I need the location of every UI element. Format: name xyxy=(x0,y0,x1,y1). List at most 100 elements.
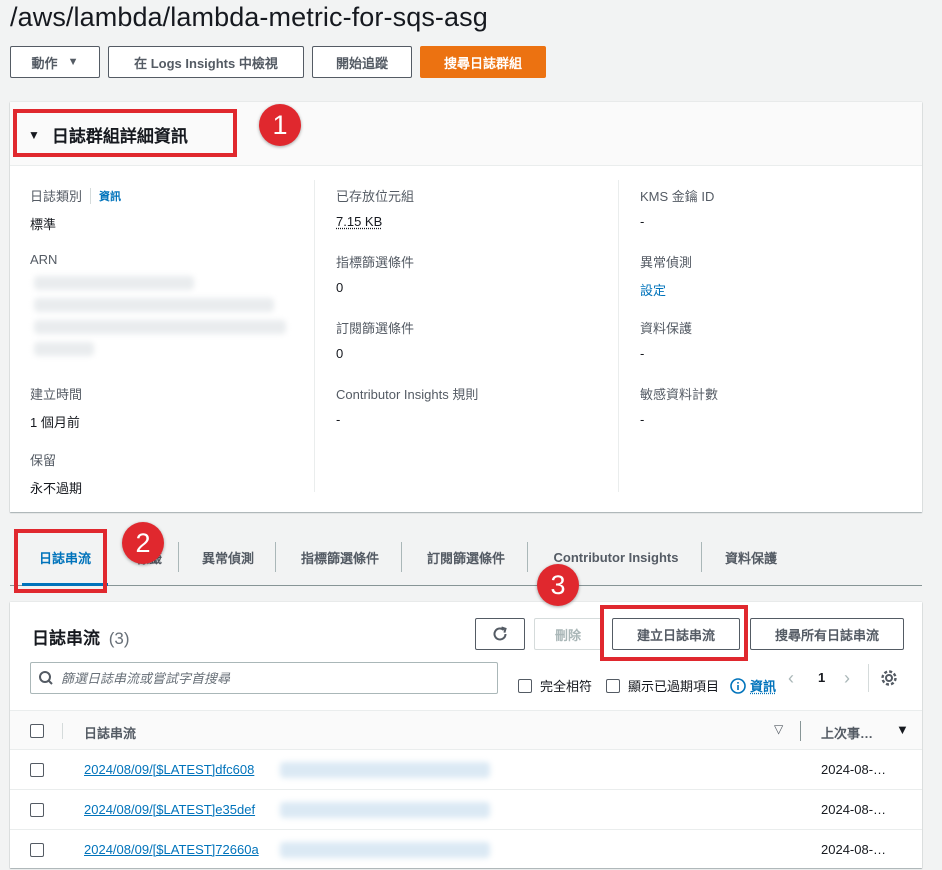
tab-metric-filters[interactable]: 指標篩選條件 xyxy=(280,542,400,572)
pager-separator xyxy=(868,664,869,692)
column-separator xyxy=(62,723,63,739)
show-expired-label: 顯示已過期項目 xyxy=(628,679,720,694)
anomaly-configure-link[interactable]: 設定 xyxy=(640,280,692,299)
sort-indicator-icon[interactable]: ▽ xyxy=(774,722,783,736)
column-header-log-stream[interactable]: 日誌串流 xyxy=(84,723,136,742)
redacted-stream-suffix xyxy=(280,762,490,778)
field-contributor-rules: Contributor Insights 規則 - xyxy=(336,384,478,427)
log-stream-link[interactable]: 2024/08/09/[$LATEST]72660a xyxy=(84,842,259,857)
tab-separator xyxy=(178,542,179,572)
redacted-arn-line xyxy=(34,342,94,356)
sort-descending-icon[interactable]: ▼ xyxy=(896,722,909,737)
retention-label: 保留 xyxy=(30,453,57,468)
tab-separator xyxy=(401,542,402,572)
tab-anomaly-detection[interactable]: 異常偵測 xyxy=(182,542,274,572)
log-class-label: 日誌類別 xyxy=(30,189,83,204)
annotation-box-2 xyxy=(14,529,107,593)
streams-heading: 日誌串流 (3) xyxy=(32,624,130,649)
tab-separator xyxy=(275,542,276,572)
refresh-icon xyxy=(493,626,507,641)
field-retention: 保留 永不過期 xyxy=(30,450,82,497)
created-label: 建立時間 xyxy=(30,387,83,402)
field-log-class: 日誌類別 資訊 標準 xyxy=(30,186,121,233)
chevron-left-icon: ‹ xyxy=(788,668,794,688)
redacted-stream-suffix xyxy=(280,842,490,858)
table-row: 2024/08/09/[$LATEST]72660a 2024-08-… xyxy=(10,830,922,870)
prev-page-button[interactable]: ‹ xyxy=(788,668,794,689)
search-log-group-button[interactable]: 搜尋日誌群組 xyxy=(420,46,546,78)
streams-count: (3) xyxy=(108,629,130,648)
sensitive-count-value: - xyxy=(640,412,645,427)
tab-subscription-filters[interactable]: 訂閱篩選條件 xyxy=(406,542,526,572)
annotation-badge-2: 2 xyxy=(122,522,164,564)
data-protection-value: - xyxy=(640,346,645,361)
info-link-group[interactable]: 資訊 xyxy=(730,676,776,695)
row-checkbox[interactable] xyxy=(30,843,44,857)
page-title: /aws/lambda/lambda-metric-for-sqs-asg xyxy=(10,2,488,32)
annotation-box-3 xyxy=(600,605,748,661)
tab-separator xyxy=(527,542,528,572)
contributor-rules-value: - xyxy=(336,412,341,427)
tab-data-protection[interactable]: 資料保護 xyxy=(706,542,796,572)
show-expired-option[interactable]: 顯示已過期項目 xyxy=(606,676,719,695)
stored-bytes-label: 已存放位元組 xyxy=(336,189,415,204)
field-sensitive-count: 敏感資料計數 - xyxy=(640,384,718,427)
preferences-button[interactable] xyxy=(880,669,898,690)
next-page-button[interactable]: › xyxy=(844,668,850,689)
filter-search-box xyxy=(30,662,498,694)
filter-log-streams-input[interactable] xyxy=(59,664,497,692)
search-all-log-streams-button[interactable]: 搜尋所有日誌串流 xyxy=(750,618,904,650)
row-checkbox[interactable] xyxy=(30,763,44,777)
field-stored-bytes: 已存放位元組 7.15 KB xyxy=(336,186,414,229)
log-group-details-panel: ▼ 日誌群組詳細資訊 日誌類別 資訊 標準 ARN 建立時間 1 個月前 保留 … xyxy=(10,102,922,512)
last-event-time: 2024-08-… xyxy=(821,842,887,857)
subscription-filters-value: 0 xyxy=(336,346,344,361)
log-stream-link[interactable]: 2024/08/09/[$LATEST]e35def xyxy=(84,802,255,817)
field-data-protection: 資料保護 - xyxy=(640,318,692,361)
refresh-button[interactable] xyxy=(475,618,525,650)
caret-down-icon: ▼ xyxy=(67,56,79,68)
column-divider xyxy=(618,180,619,492)
annotation-badge-3: 3 xyxy=(537,564,579,606)
view-in-logs-insights-button[interactable]: 在 Logs Insights 中檢視 xyxy=(108,46,304,78)
contributor-rules-label: Contributor Insights 規則 xyxy=(336,387,479,402)
anomaly-label: 異常偵測 xyxy=(640,255,693,270)
column-header-last-event[interactable]: 上次事… xyxy=(821,723,873,742)
kms-label: KMS 金鑰 ID xyxy=(640,189,715,204)
chevron-right-icon: › xyxy=(844,668,850,688)
redacted-arn-line xyxy=(34,298,274,312)
last-event-time: 2024-08-… xyxy=(821,762,887,777)
delete-button[interactable]: 刪除 xyxy=(534,618,602,650)
log-streams-panel: 日誌串流 (3) 刪除 建立日誌串流 搜尋所有日誌串流 完全相符 顯示已過期項目… xyxy=(10,602,922,870)
search-icon xyxy=(39,671,53,685)
exact-match-option[interactable]: 完全相符 xyxy=(518,676,592,695)
select-all-checkbox[interactable] xyxy=(30,724,44,738)
column-separator xyxy=(800,721,801,741)
table-row: 2024/08/09/[$LATEST]e35def 2024-08-… xyxy=(10,790,922,830)
annotation-badge-1: 1 xyxy=(259,104,301,146)
actions-dropdown-button[interactable]: 動作 ▼ xyxy=(10,46,100,78)
page-number[interactable]: 1 xyxy=(818,670,825,685)
info-link[interactable]: 資訊 xyxy=(90,187,121,204)
annotation-box-1 xyxy=(13,109,237,157)
redacted-stream-suffix xyxy=(280,802,490,818)
exact-match-checkbox[interactable] xyxy=(518,678,532,693)
subscription-filters-label: 訂閱篩選條件 xyxy=(336,321,415,336)
field-arn: ARN xyxy=(30,252,57,267)
metric-filters-label: 指標篩選條件 xyxy=(336,255,415,270)
actions-label: 動作 xyxy=(31,55,58,71)
streams-title: 日誌串流 xyxy=(32,629,100,648)
show-expired-checkbox[interactable] xyxy=(606,678,620,693)
info-link[interactable]: 資訊 xyxy=(750,676,776,695)
log-class-value: 標準 xyxy=(30,217,57,232)
log-stream-link[interactable]: 2024/08/09/[$LATEST]dfc608 xyxy=(84,762,254,777)
start-tailing-button[interactable]: 開始追蹤 xyxy=(312,46,412,78)
arn-label: ARN xyxy=(30,252,58,267)
exact-match-label: 完全相符 xyxy=(540,679,593,694)
field-metric-filters: 指標篩選條件 0 xyxy=(336,252,414,295)
row-checkbox[interactable] xyxy=(30,803,44,817)
gear-icon xyxy=(881,670,897,686)
info-circle-icon xyxy=(730,677,746,694)
redacted-arn-line xyxy=(34,276,194,290)
last-event-time: 2024-08-… xyxy=(821,802,887,817)
